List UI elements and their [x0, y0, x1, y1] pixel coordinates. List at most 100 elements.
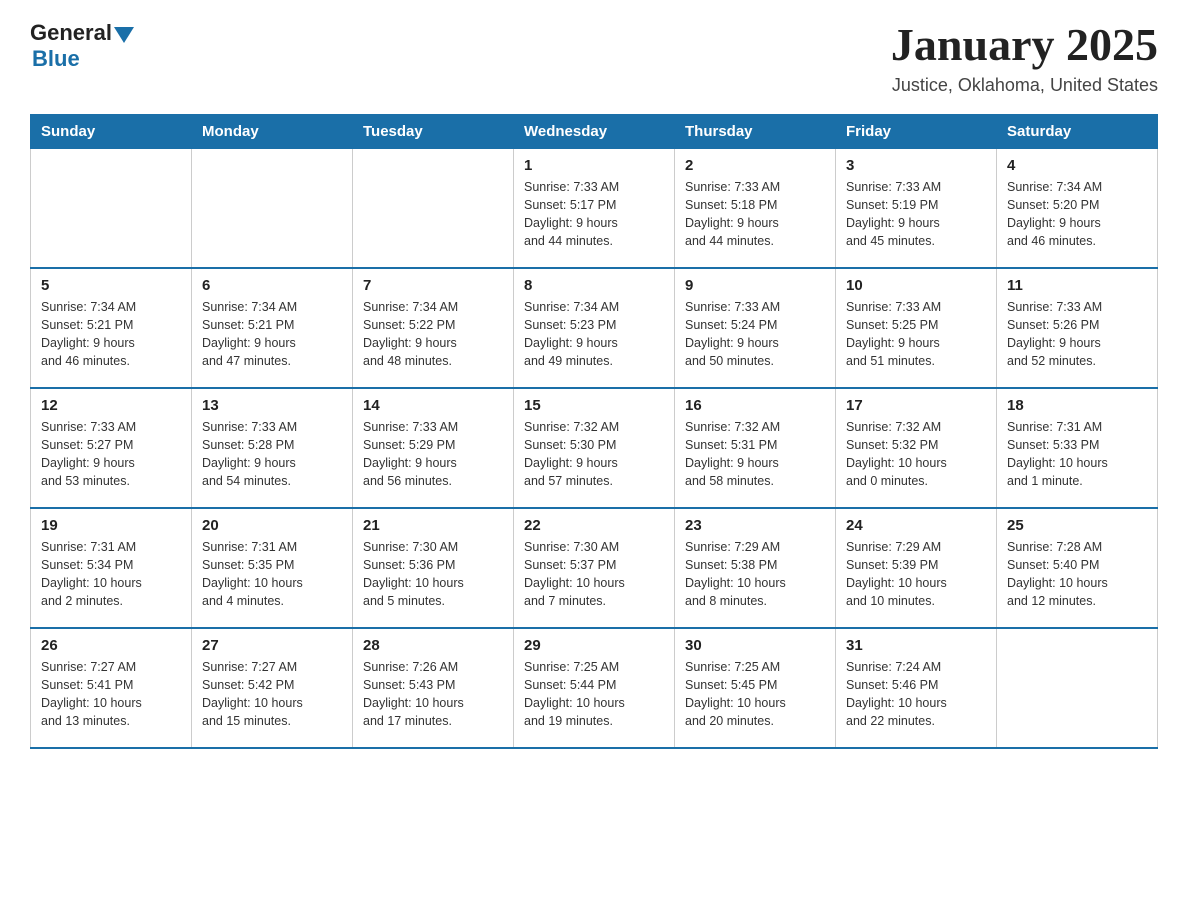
calendar-day-cell [997, 628, 1158, 748]
day-number: 2 [685, 157, 825, 174]
day-number: 22 [524, 517, 664, 534]
day-info: Sunrise: 7:32 AM Sunset: 5:32 PM Dayligh… [846, 418, 986, 491]
day-info: Sunrise: 7:33 AM Sunset: 5:17 PM Dayligh… [524, 178, 664, 251]
day-info: Sunrise: 7:33 AM Sunset: 5:26 PM Dayligh… [1007, 298, 1147, 371]
calendar-day-header: Wednesday [514, 114, 675, 148]
day-number: 31 [846, 637, 986, 654]
day-number: 3 [846, 157, 986, 174]
day-info: Sunrise: 7:32 AM Sunset: 5:30 PM Dayligh… [524, 418, 664, 491]
calendar-day-cell: 4Sunrise: 7:34 AM Sunset: 5:20 PM Daylig… [997, 148, 1158, 268]
day-number: 9 [685, 277, 825, 294]
calendar-day-cell [353, 148, 514, 268]
day-number: 27 [202, 637, 342, 654]
day-info: Sunrise: 7:32 AM Sunset: 5:31 PM Dayligh… [685, 418, 825, 491]
calendar-day-cell: 23 Sunrise: 7:29 AM Sunset: 5:38 PM Dayli… [675, 508, 836, 628]
day-info: Sunrise: 7:33 AM Sunset: 5:19 PM Dayligh… [846, 178, 986, 251]
day-number: 6 [202, 277, 342, 294]
page-subtitle: Justice, Oklahoma, United States [891, 75, 1158, 96]
day-number: 7 [363, 277, 503, 294]
calendar-day-header: Tuesday [353, 114, 514, 148]
calendar-table: SundayMondayTuesdayWednesdayThursdayFrid… [30, 114, 1158, 750]
calendar-day-cell: 15 Sunrise: 7:32 AM Sunset: 5:30 PM Dayli… [514, 388, 675, 508]
day-number: 5 [41, 277, 181, 294]
calendar-day-cell: 13Sunrise: 7:33 AM Sunset: 5:28 PM Dayli… [192, 388, 353, 508]
title-area: January 2025 Justice, Oklahoma, United S… [891, 20, 1158, 96]
day-number: 20 [202, 517, 342, 534]
calendar-day-cell: 30 Sunrise: 7:25 AM Sunset: 5:45 PM Dayli… [675, 628, 836, 748]
calendar-week-row: 19Sunrise: 7:31 AM Sunset: 5:34 PM Dayli… [31, 508, 1158, 628]
day-number: 11 [1007, 277, 1147, 294]
day-info: Sunrise: 7:28 AM Sunset: 5:40 PM Dayligh… [1007, 538, 1147, 611]
calendar-day-cell: 27 Sunrise: 7:27 AM Sunset: 5:42 PM Dayli… [192, 628, 353, 748]
calendar-day-cell: 20 Sunrise: 7:31 AM Sunset: 5:35 PM Dayli… [192, 508, 353, 628]
day-info: Sunrise: 7:31 AM Sunset: 5:33 PM Dayligh… [1007, 418, 1147, 491]
logo-triangle-icon [114, 27, 134, 43]
day-number: 24 [846, 517, 986, 534]
day-info: Sunrise: 7:30 AM Sunset: 5:37 PM Dayligh… [524, 538, 664, 611]
calendar-day-cell: 18 Sunrise: 7:31 AM Sunset: 5:33 PM Dayli… [997, 388, 1158, 508]
day-number: 19 [41, 517, 181, 534]
calendar-day-cell: 24 Sunrise: 7:29 AM Sunset: 5:39 PM Dayli… [836, 508, 997, 628]
day-number: 28 [363, 637, 503, 654]
day-info: Sunrise: 7:33 AM Sunset: 5:25 PM Dayligh… [846, 298, 986, 371]
day-number: 18 [1007, 397, 1147, 414]
calendar-header-row: SundayMondayTuesdayWednesdayThursdayFrid… [31, 114, 1158, 148]
day-number: 29 [524, 637, 664, 654]
calendar-day-cell: 21 Sunrise: 7:30 AM Sunset: 5:36 PM Dayli… [353, 508, 514, 628]
calendar-day-header: Thursday [675, 114, 836, 148]
day-info: Sunrise: 7:33 AM Sunset: 5:27 PM Dayligh… [41, 418, 181, 491]
day-info: Sunrise: 7:34 AM Sunset: 5:23 PM Dayligh… [524, 298, 664, 371]
calendar-day-cell: 26Sunrise: 7:27 AM Sunset: 5:41 PM Dayli… [31, 628, 192, 748]
day-info: Sunrise: 7:24 AM Sunset: 5:46 PM Dayligh… [846, 658, 986, 731]
day-info: Sunrise: 7:33 AM Sunset: 5:29 PM Dayligh… [363, 418, 503, 491]
day-info: Sunrise: 7:33 AM Sunset: 5:24 PM Dayligh… [685, 298, 825, 371]
calendar-day-cell: 14 Sunrise: 7:33 AM Sunset: 5:29 PM Dayli… [353, 388, 514, 508]
day-info: Sunrise: 7:34 AM Sunset: 5:21 PM Dayligh… [202, 298, 342, 371]
day-info: Sunrise: 7:25 AM Sunset: 5:45 PM Dayligh… [685, 658, 825, 731]
day-number: 15 [524, 397, 664, 414]
day-number: 14 [363, 397, 503, 414]
logo-general-text: General [30, 20, 112, 46]
calendar-day-header: Monday [192, 114, 353, 148]
calendar-day-cell: 10 Sunrise: 7:33 AM Sunset: 5:25 PM Dayli… [836, 268, 997, 388]
day-info: Sunrise: 7:34 AM Sunset: 5:21 PM Dayligh… [41, 298, 181, 371]
calendar-day-cell: 6 Sunrise: 7:34 AM Sunset: 5:21 PM Daylig… [192, 268, 353, 388]
day-info: Sunrise: 7:27 AM Sunset: 5:42 PM Dayligh… [202, 658, 342, 731]
day-number: 12 [41, 397, 181, 414]
calendar-day-header: Friday [836, 114, 997, 148]
day-info: Sunrise: 7:29 AM Sunset: 5:38 PM Dayligh… [685, 538, 825, 611]
calendar-day-cell: 7Sunrise: 7:34 AM Sunset: 5:22 PM Daylig… [353, 268, 514, 388]
calendar-day-cell: 25Sunrise: 7:28 AM Sunset: 5:40 PM Dayli… [997, 508, 1158, 628]
day-info: Sunrise: 7:31 AM Sunset: 5:35 PM Dayligh… [202, 538, 342, 611]
calendar-day-cell: 11 Sunrise: 7:33 AM Sunset: 5:26 PM Dayli… [997, 268, 1158, 388]
calendar-day-cell: 16 Sunrise: 7:32 AM Sunset: 5:31 PM Dayli… [675, 388, 836, 508]
calendar-day-cell: 5 Sunrise: 7:34 AM Sunset: 5:21 PM Daylig… [31, 268, 192, 388]
day-number: 30 [685, 637, 825, 654]
calendar-day-cell: 3 Sunrise: 7:33 AM Sunset: 5:19 PM Daylig… [836, 148, 997, 268]
calendar-day-cell: 29 Sunrise: 7:25 AM Sunset: 5:44 PM Dayli… [514, 628, 675, 748]
day-number: 23 [685, 517, 825, 534]
day-info: Sunrise: 7:29 AM Sunset: 5:39 PM Dayligh… [846, 538, 986, 611]
calendar-day-cell: 1 Sunrise: 7:33 AM Sunset: 5:17 PM Daylig… [514, 148, 675, 268]
logo-blue-text: Blue [32, 46, 80, 72]
day-info: Sunrise: 7:33 AM Sunset: 5:18 PM Dayligh… [685, 178, 825, 251]
day-number: 16 [685, 397, 825, 414]
calendar-day-header: Sunday [31, 114, 192, 148]
calendar-day-cell: 19Sunrise: 7:31 AM Sunset: 5:34 PM Dayli… [31, 508, 192, 628]
calendar-day-cell [31, 148, 192, 268]
calendar-day-cell: 2 Sunrise: 7:33 AM Sunset: 5:18 PM Daylig… [675, 148, 836, 268]
day-number: 1 [524, 157, 664, 174]
calendar-day-cell: 9 Sunrise: 7:33 AM Sunset: 5:24 PM Daylig… [675, 268, 836, 388]
calendar-day-header: Saturday [997, 114, 1158, 148]
day-info: Sunrise: 7:25 AM Sunset: 5:44 PM Dayligh… [524, 658, 664, 731]
calendar-week-row: 5 Sunrise: 7:34 AM Sunset: 5:21 PM Daylig… [31, 268, 1158, 388]
calendar-week-row: 12 Sunrise: 7:33 AM Sunset: 5:27 PM Dayli… [31, 388, 1158, 508]
day-number: 21 [363, 517, 503, 534]
day-info: Sunrise: 7:33 AM Sunset: 5:28 PM Dayligh… [202, 418, 342, 491]
page-title: January 2025 [891, 20, 1158, 71]
calendar-day-cell: 31 Sunrise: 7:24 AM Sunset: 5:46 PM Dayli… [836, 628, 997, 748]
day-info: Sunrise: 7:30 AM Sunset: 5:36 PM Dayligh… [363, 538, 503, 611]
day-number: 4 [1007, 157, 1147, 174]
day-number: 17 [846, 397, 986, 414]
day-number: 10 [846, 277, 986, 294]
